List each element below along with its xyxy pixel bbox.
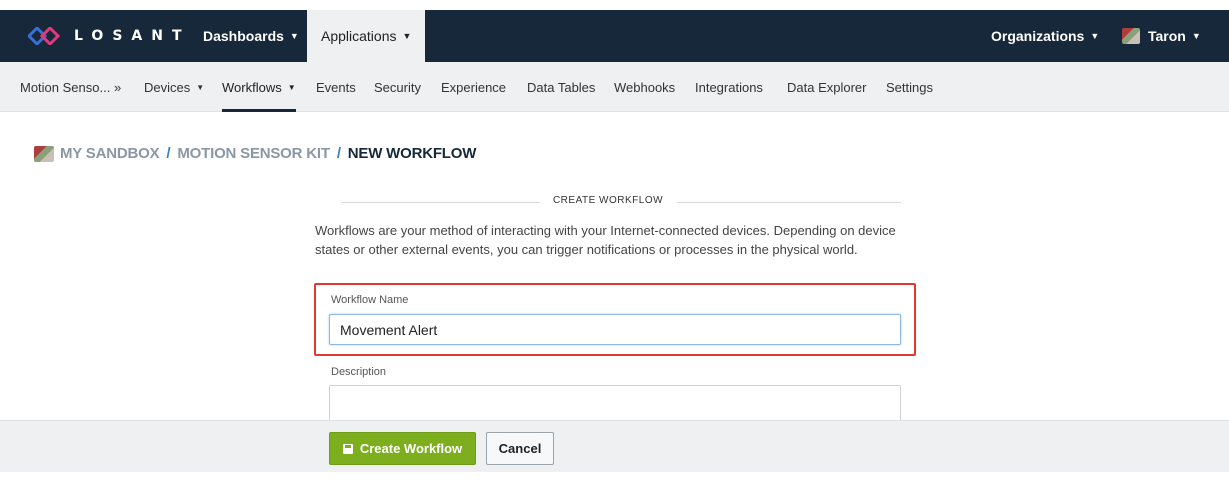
subnav-item-data-tables[interactable]: Data Tables [527, 62, 595, 112]
workflow-name-label: Workflow Name [331, 294, 409, 306]
subnav-item-data-explorer[interactable]: Data Explorer [787, 62, 866, 112]
subnav-item-workflows[interactable]: Workflows ▼ [222, 62, 296, 112]
subnav-item-label: Workflows [222, 79, 282, 95]
description-label: Description [331, 366, 387, 378]
subnav-item-webhooks[interactable]: Webhooks [614, 62, 675, 112]
create-workflow-button[interactable]: Create Workflow [329, 432, 476, 465]
subnav-item-label: Experience [441, 79, 507, 95]
user-menu[interactable]: Taron ▼ [1122, 10, 1201, 62]
description-textarea[interactable] [329, 385, 901, 425]
applications-menu[interactable]: Applications ▼ [307, 10, 426, 62]
form-description: Workflows are your method of interacting… [315, 223, 896, 257]
breadcrumb-application[interactable]: MOTION SENSOR KIT [177, 145, 330, 162]
organizations-menu[interactable]: Organizations ▼ [991, 10, 1099, 62]
losant-logo[interactable]: LOSANT [28, 10, 191, 62]
form-footer: Create Workflow Cancel [0, 420, 1229, 472]
subnav-item-label: Webhooks [614, 79, 676, 95]
subnav-item-label: Security [374, 79, 421, 95]
subnav-item-settings[interactable]: Settings [886, 62, 933, 112]
subnav-item-label: Events [316, 79, 356, 95]
chevron-down-icon: ▼ [1191, 31, 1201, 41]
cancel-label: Cancel [498, 441, 542, 456]
subnav-item-experience[interactable]: Experience [441, 62, 506, 112]
chevron-down-icon: ▼ [402, 31, 412, 41]
dashboards-menu[interactable]: Dashboards ▼ [203, 10, 299, 62]
subnav-item-label: Devices [144, 79, 191, 95]
chevron-down-icon: ▼ [1090, 31, 1100, 41]
chevron-down-icon: ▼ [196, 82, 205, 92]
divider [677, 202, 901, 203]
chevron-down-icon: ▼ [287, 82, 296, 92]
logo-text: LOSANT [74, 28, 191, 44]
breadcrumb-sandbox[interactable]: MY SANDBOX [60, 145, 160, 162]
subnav-item-devices[interactable]: Devices ▼ [144, 62, 204, 112]
applications-label: Applications [321, 28, 397, 44]
subnav-item-security[interactable]: Security [374, 62, 421, 112]
application-subnav: Motion Senso... » Devices ▼ Workflows ▼ … [0, 62, 1229, 112]
section-title: CREATE WORKFLOW [552, 195, 664, 206]
cancel-button[interactable]: Cancel [486, 432, 554, 465]
chevron-down-icon: ▼ [289, 31, 299, 41]
subnav-item-events[interactable]: Events [316, 62, 356, 112]
floppy-save-icon [342, 443, 353, 454]
breadcrumb: MY SANDBOX / MOTION SENSOR KIT / NEW WOR… [34, 145, 476, 162]
page-title: NEW WORKFLOW [347, 145, 477, 162]
workflow-name-input[interactable] [329, 314, 901, 345]
subnav-item-label: Integrations [695, 79, 763, 95]
create-workflow-label: Create Workflow [359, 441, 463, 456]
dashboards-label: Dashboards [203, 28, 284, 44]
section-header: CREATE WORKFLOW [315, 195, 901, 209]
breadcrumb-separator: / [166, 145, 171, 162]
user-name: Taron [1148, 28, 1186, 44]
losant-diamond-logo-icon [28, 27, 61, 45]
subnav-item-label: Data Tables [527, 79, 596, 95]
avatar [34, 145, 54, 162]
subnav-item-integrations[interactable]: Integrations [695, 62, 763, 112]
breadcrumb-separator: / [336, 145, 341, 162]
top-navbar: LOSANT Dashboards ▼ Applications ▼ Organ… [0, 10, 1229, 62]
subnav-item-label: Data Explorer [787, 79, 867, 95]
subnav-item-app[interactable]: Motion Senso... » [20, 62, 121, 112]
avatar [1122, 28, 1140, 44]
subnav-item-label: Settings [886, 79, 933, 95]
organizations-label: Organizations [991, 28, 1085, 44]
subnav-item-label: Motion Senso... » [20, 79, 122, 95]
